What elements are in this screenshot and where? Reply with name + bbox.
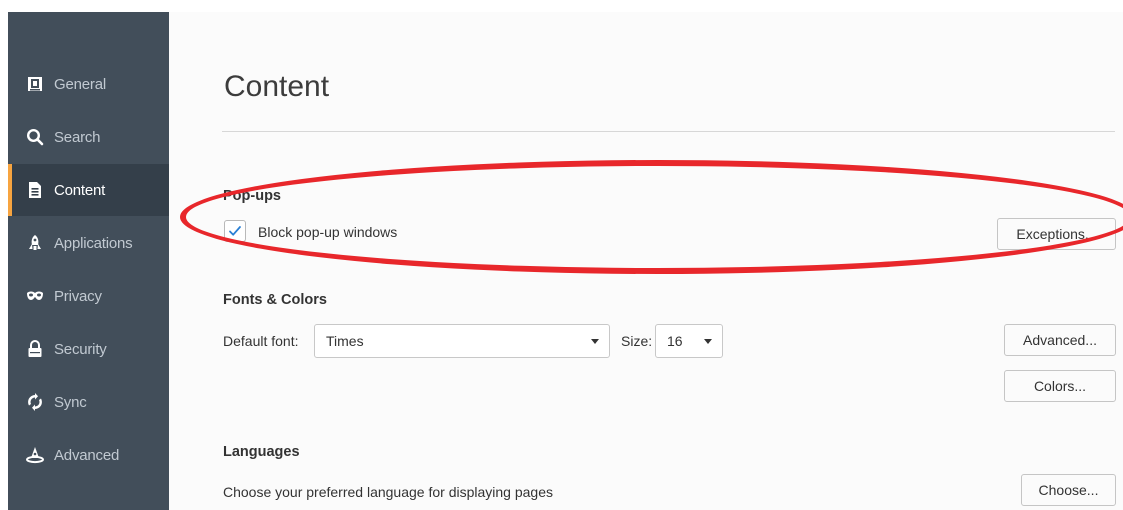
sidebar: General Search Content Applications Priv… xyxy=(8,12,169,510)
advanced-fonts-button[interactable]: Advanced... xyxy=(1004,324,1116,356)
chevron-down-icon xyxy=(704,339,712,344)
fonts-colors-heading: Fonts & Colors xyxy=(223,292,327,308)
sidebar-item-label: Privacy xyxy=(54,287,102,305)
wizard-hat-icon xyxy=(26,446,44,464)
choose-language-button[interactable]: Choose... xyxy=(1021,474,1116,506)
sidebar-item-privacy[interactable]: Privacy xyxy=(8,270,169,322)
title-divider xyxy=(222,131,1115,132)
sync-icon xyxy=(26,393,44,411)
page-title: Content xyxy=(224,70,330,103)
content-pane: Content Pop-ups Block pop-up windows Exc… xyxy=(169,12,1123,510)
sidebar-item-label: Security xyxy=(54,340,107,358)
size-label: Size: xyxy=(621,333,653,349)
font-size-value: 16 xyxy=(667,333,683,349)
languages-description: Choose your preferred language for displ… xyxy=(223,484,553,500)
chevron-down-icon xyxy=(591,339,599,344)
mask-icon xyxy=(26,287,44,305)
popups-heading: Pop-ups xyxy=(223,188,281,204)
sidebar-item-security[interactable]: Security xyxy=(8,323,169,375)
search-icon xyxy=(26,128,44,146)
general-icon xyxy=(26,75,44,93)
default-font-label: Default font: xyxy=(223,333,299,349)
exceptions-button[interactable]: Exceptions... xyxy=(997,218,1116,250)
sidebar-item-general[interactable]: General xyxy=(8,58,169,110)
sidebar-item-search[interactable]: Search xyxy=(8,111,169,163)
languages-heading: Languages xyxy=(223,444,300,460)
sidebar-item-content[interactable]: Content xyxy=(8,164,169,216)
colors-button[interactable]: Colors... xyxy=(1004,370,1116,402)
sidebar-item-label: Advanced xyxy=(54,446,120,464)
rocket-icon xyxy=(26,234,44,252)
default-font-select[interactable]: Times xyxy=(314,324,610,358)
sidebar-item-sync[interactable]: Sync xyxy=(8,376,169,428)
sidebar-item-label: Search xyxy=(54,128,101,146)
document-icon xyxy=(26,181,44,199)
sidebar-item-applications[interactable]: Applications xyxy=(8,217,169,269)
sidebar-item-label: Applications xyxy=(54,234,133,252)
lock-icon xyxy=(26,340,44,358)
default-font-value: Times xyxy=(326,333,364,349)
sidebar-item-label: General xyxy=(54,75,106,93)
checkmark-icon xyxy=(229,226,241,236)
sidebar-item-advanced[interactable]: Advanced xyxy=(8,429,169,481)
sidebar-item-label: Content xyxy=(54,181,106,199)
font-size-select[interactable]: 16 xyxy=(655,324,723,358)
block-popups-checkbox[interactable] xyxy=(224,220,246,242)
block-popups-label: Block pop-up windows xyxy=(258,224,398,240)
sidebar-item-label: Sync xyxy=(54,393,87,411)
